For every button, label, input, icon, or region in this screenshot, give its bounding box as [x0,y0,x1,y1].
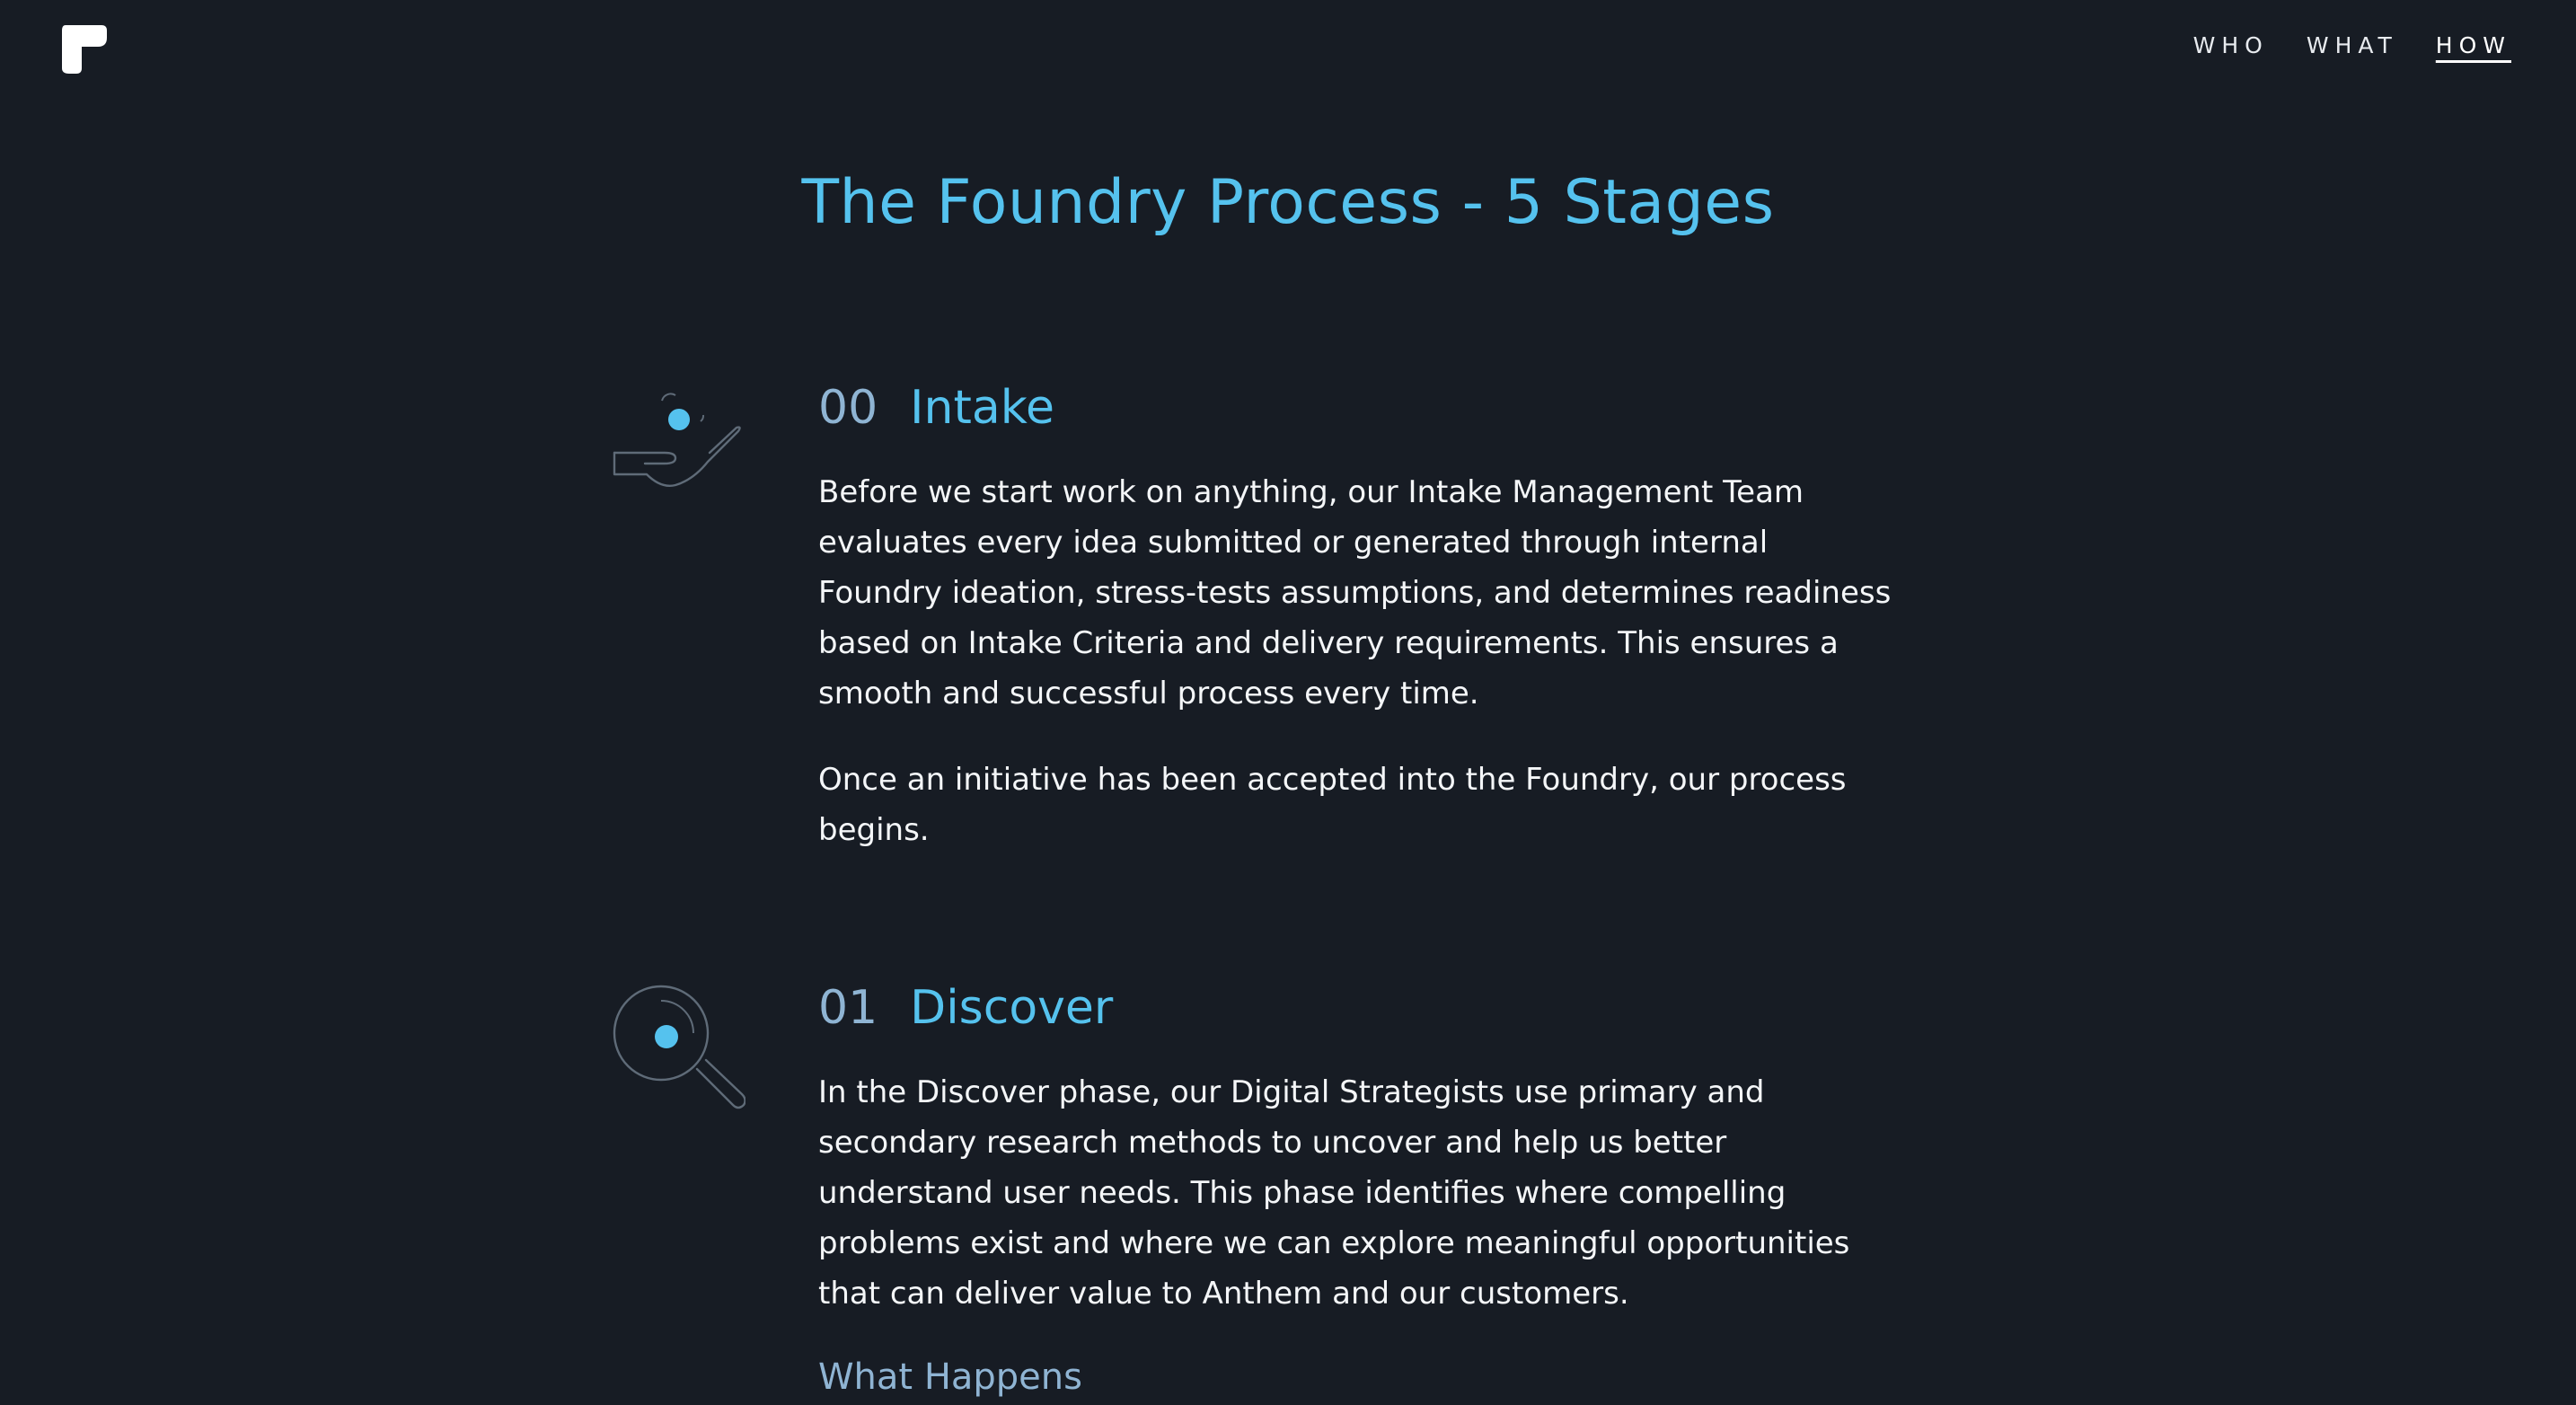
nav-what[interactable]: WHAT [2307,32,2398,62]
nav-how[interactable]: HOW [2436,32,2511,62]
what-happens-heading: What Happens [818,1356,1082,1398]
stage-discover-paragraph-1: In the Discover phase, our Digital Strat… [818,1074,1850,1312]
foundry-logo-icon[interactable] [62,25,107,74]
stage-intake-heading: 00 Intake [818,381,1896,435]
stage-number: 00 [818,381,878,435]
stage-number: 01 [818,981,878,1035]
stage-intake-body: 00 Intake Before we start work on anythin… [818,381,1896,855]
stage-discover-body: 01 Discover In the Discover phase, our Di… [818,981,1896,1398]
magnifier-icon [613,985,745,1109]
stage-intake-paragraph-1: Before we start work on anything, our In… [818,474,1892,711]
stage-name: Intake [910,381,1054,435]
stage-name: Discover [910,981,1114,1035]
stage-discover-heading: 01 Discover [818,981,1896,1035]
stage-intake-paragraph-2: Once an initiative has been accepted int… [818,762,1847,848]
page-title: The Foundry Process - 5 Stages [801,167,1775,238]
hand-holding-dot-icon [613,393,741,487]
main-nav: WHO WHAT HOW [2193,32,2511,62]
nav-who[interactable]: WHO [2193,32,2269,62]
